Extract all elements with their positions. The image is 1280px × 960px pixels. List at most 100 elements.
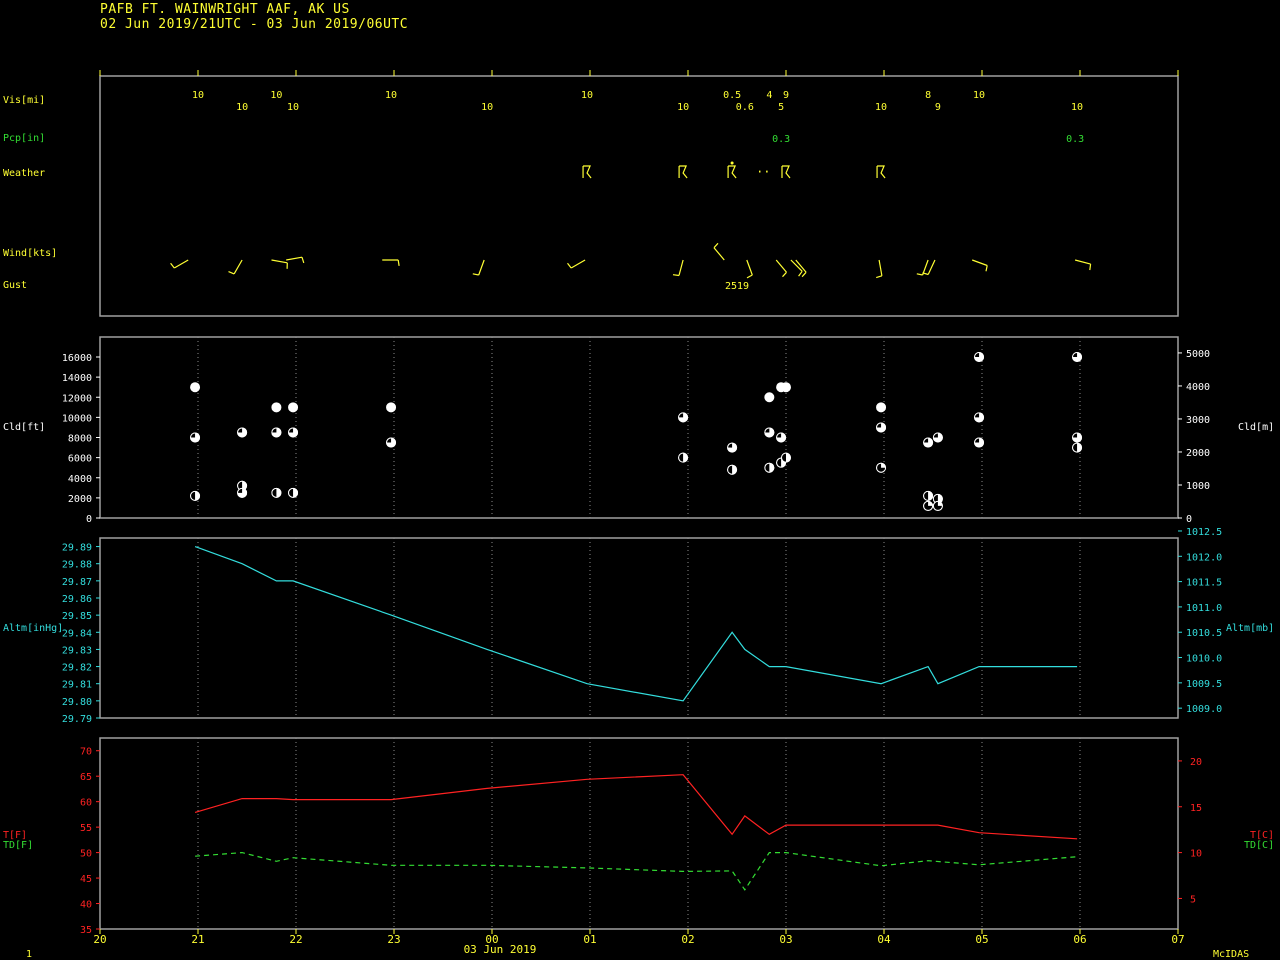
altimeter-series-line [194,546,1078,702]
cloud-cover-marker [271,402,282,413]
footer: 1 McIDAS [26,949,1249,960]
cloud-y2-tick-label: 0 [1186,514,1192,525]
frame-cld [99,336,1179,519]
cloud-panel: Cld[ft] Cld[m]020004000600080001000012000… [3,349,1274,525]
cloud-cover-marker [386,402,397,413]
altimeter-left-axis-label: Altm[inHg] [3,623,63,634]
wind-barb-feather [170,262,175,269]
temp-y2-tick-label: 20 [1190,757,1202,768]
x-tick-label: 06 [1073,933,1086,946]
vis-value: 10 [385,90,397,101]
vis-value: 10 [1071,102,1083,113]
vis-value: 10 [875,102,887,113]
cloud-y-tick-label: 2000 [68,494,92,505]
altimeter-y-tick-label: 29.80 [62,697,92,708]
altimeter-y2-tick-label: 1010.0 [1186,654,1222,665]
wind-barb-feather [801,271,807,278]
vis-value: 10 [236,102,248,113]
cloud-y-tick-label: 4000 [68,474,92,485]
cloud-cover-marker [288,402,299,413]
cloud-y-tick-label: 0 [86,514,92,525]
wind-barb [478,259,485,276]
cloud-cover-marker [781,382,791,393]
weather-thunderstorm-symbol [727,165,737,179]
observation-panel: Vis[mi] Pcp[in] Weather Wind[kts] Gust 10 10 10… [3,90,1092,292]
frame-number: 1 [26,949,32,960]
wind-barb [775,259,787,273]
vis-value: 0.5 [723,90,741,101]
temp-y-tick-label: 45 [80,874,92,885]
cloud-y2-tick-label: 1000 [1186,481,1210,492]
vis-value: 10 [481,102,493,113]
vis-value: 10 [287,102,299,113]
cloud-y-tick-label: 14000 [62,373,92,384]
altimeter-y-tick-label: 29.88 [62,560,92,571]
wind-barb [271,259,288,264]
pcp-value: 0.3 [1066,134,1084,145]
gust-row-label: Gust [3,280,27,291]
temp-y-tick-label: 65 [80,772,92,783]
temperature-panel: T[F]TD[F]T[C]TD[C]3540455055606570510152… [3,747,1274,936]
altimeter-panel: Altm[inHg] Altm[mb] 29.79 29.80 29.81 29.82 29… [3,527,1274,725]
cloud-cover-marker [876,402,887,413]
temp-y-tick-label: 40 [80,900,92,911]
vis-value: 10 [973,90,985,101]
cloud-cover-marker [764,392,775,403]
x-tick-label: 23 [387,933,400,946]
altimeter-y-tick-label: 29.85 [62,611,92,622]
vis-value: 10 [192,90,204,101]
wind-barb [878,259,883,276]
x-tick-label: 21 [191,933,204,946]
vis-row-label: Vis[mi] [3,95,45,106]
mcidas-brand: McIDAS [1213,949,1249,960]
vis-value: 9 [783,90,789,101]
weather-thunderstorm-symbol [876,165,886,179]
weather-thunderstorm-symbol [781,165,791,179]
dewpoint-series-line [195,851,1078,891]
cloud-cover-marker [190,382,201,393]
wind-barb-feather [782,271,787,278]
vis-value: 8 [925,90,931,101]
wind-barb [746,259,753,276]
wind-barb [971,259,988,267]
temp-y2-tick-label: 15 [1190,803,1202,814]
meteogram: 20 21 22 23 0 0 01 02 03 04 05 06 07 03 Jun 2019 Vis[… [3,70,1274,960]
vis-value: 10 [581,90,593,101]
vis-value: 4 [766,90,772,101]
weather-thunderstorm-symbol [678,165,688,179]
altimeter-y-tick-label: 29.81 [62,680,92,691]
cloud-y-tick-label: 6000 [68,454,92,465]
wind-barb [570,259,586,269]
wind-barb [713,247,725,261]
x-tick-label: 04 [877,933,891,946]
vis-value: 5 [778,102,784,113]
x-axis-date: 03 Jun 2019 [464,943,537,956]
cloud-y-tick-label: 16000 [62,353,92,364]
x-tick-label: 05 [975,933,988,946]
x-tick-label: 02 [681,933,694,946]
altimeter-y-tick-label: 29.87 [62,577,92,588]
cloud-y-tick-label: 10000 [62,413,92,424]
cloud-y2-tick-label: 3000 [1186,415,1210,426]
wind-barb [927,259,936,275]
dewpoint-left-axis-label: TD[F] [3,840,33,851]
cloud-y2-tick-label: 4000 [1186,382,1210,393]
altimeter-y2-tick-label: 1012.5 [1186,527,1222,538]
panel-frames [99,70,1179,930]
wind-barb-feather [985,265,988,272]
x-tick-label: 22 [289,933,302,946]
vis-value: 10 [677,102,689,113]
pcp-row-label: Pcp[in] [3,133,45,144]
wind-barb-feather [228,271,235,275]
wind-barb-feather [916,273,923,276]
frame-temp [99,737,1179,930]
weather-drizzle-symbol: ·· [756,165,770,179]
altimeter-y-tick-label: 29.89 [62,543,92,554]
weather-thunderstorm-symbol [582,165,592,179]
gust-value: 2519 [725,281,749,292]
altimeter-y2-tick-label: 1011.5 [1186,578,1222,589]
frame-obs [99,75,1179,317]
temp-y-tick-label: 70 [80,747,92,758]
altimeter-y-tick-label: 29.79 [62,714,92,725]
vis-value: 0.6 [736,102,754,113]
